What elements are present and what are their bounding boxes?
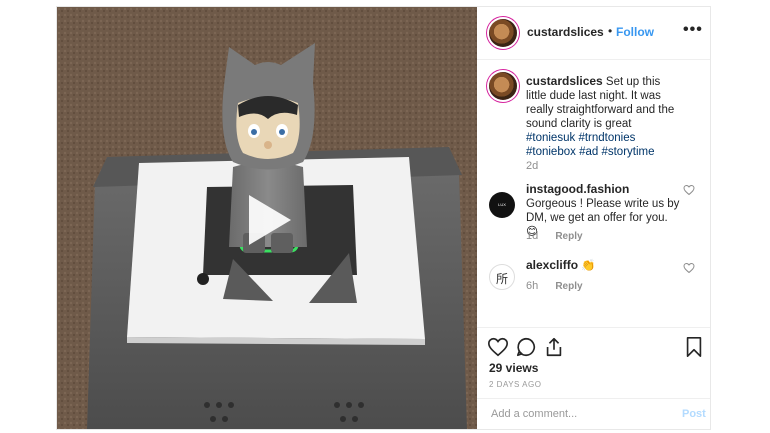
caption-avatar[interactable] [489, 72, 517, 100]
heart-icon[interactable] [487, 336, 509, 358]
hashtag[interactable]: #ad [579, 146, 598, 158]
hashtag[interactable]: #toniesuk [526, 132, 575, 144]
comment-text: alexcliffo 👏 [526, 258, 682, 273]
comment-body: 👏 [581, 260, 596, 272]
caption-time[interactable]: 2d [526, 160, 538, 172]
author-username[interactable]: custardslices [527, 25, 604, 39]
comment-icon[interactable] [515, 336, 537, 358]
caption-text: custardslices Set up this little dude la… [526, 74, 682, 159]
comment-time[interactable]: 1d [526, 230, 538, 242]
comments-list: custardslices Set up this little dude la… [477, 60, 710, 326]
like-comment-icon[interactable] [683, 184, 695, 196]
add-comment-bar: Post [477, 398, 710, 429]
separator-dot: • [608, 24, 613, 38]
author-avatar[interactable] [489, 19, 517, 47]
commenter-avatar[interactable]: 所 [489, 264, 515, 290]
play-icon[interactable] [239, 191, 297, 249]
share-icon[interactable] [543, 336, 565, 358]
comment-username[interactable]: alexcliffo [526, 258, 578, 272]
commenter-avatar[interactable]: LUX WAHNITE [489, 192, 515, 233]
like-comment-icon[interactable] [683, 262, 695, 274]
post-header: custardslices • Follow ••• [477, 7, 710, 60]
avatar-logo-text: LUX WAHNITE [492, 202, 512, 233]
bookmark-icon[interactable] [683, 336, 705, 358]
instagram-post: custardslices • Follow ••• custardslices… [56, 6, 711, 430]
hashtag[interactable]: #trndtonies [578, 132, 635, 144]
follow-button[interactable]: Follow [616, 25, 654, 39]
post-sidebar: custardslices • Follow ••• custardslices… [477, 7, 710, 429]
hashtag[interactable]: #toniebox [526, 146, 576, 158]
post-comment-button[interactable]: Post [682, 408, 706, 420]
avatar-logo-text: 所 [496, 272, 509, 286]
video-media[interactable] [57, 7, 477, 429]
more-options-icon[interactable]: ••• [683, 21, 703, 39]
reply-button[interactable]: Reply [555, 281, 582, 292]
reply-button[interactable]: Reply [555, 231, 582, 242]
view-count[interactable]: 29 views [489, 361, 538, 375]
hashtag[interactable]: #storytime [601, 146, 654, 158]
caption-username[interactable]: custardslices [526, 74, 603, 88]
comment-meta: 1d Reply [526, 230, 583, 242]
comment-time[interactable]: 6h [526, 280, 538, 292]
comment-input[interactable] [489, 407, 663, 421]
post-date[interactable]: 2 DAYS AGO [489, 380, 541, 389]
post-actions: 29 views 2 DAYS AGO Post [477, 327, 710, 428]
comment-username[interactable]: instagood.fashion [526, 182, 629, 196]
comment-meta: 6h Reply [526, 280, 583, 292]
